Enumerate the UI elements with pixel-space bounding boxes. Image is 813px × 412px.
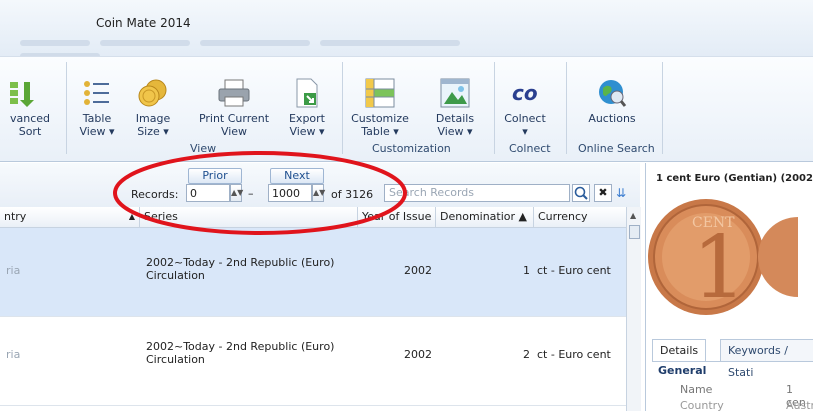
field-name-label: Name <box>680 383 713 396</box>
cell-currency: ct - Euro cent <box>537 264 611 277</box>
cell-series-line1: 2002~Today - 2nd Republic (Euro) <box>146 340 335 353</box>
clear-search-icon[interactable]: ✖ <box>594 184 612 202</box>
scroll-up-icon[interactable]: ▲ <box>630 211 636 220</box>
print-current-label-1: Print Current <box>198 112 270 125</box>
tab-keywords-status[interactable]: Keywords / Stati <box>720 339 813 379</box>
table-view-label-1: Table <box>82 112 112 125</box>
print-current-label-2: View <box>220 125 248 138</box>
advanced-sort-label-1: vanced <box>9 112 51 125</box>
scrollbar-thumb[interactable] <box>629 225 640 239</box>
filter-dropdown-icon[interactable]: ⇊ <box>616 184 626 202</box>
customize-table-label-1: Customize <box>351 112 409 125</box>
table-row[interactable]: ria 2002~Today - 2nd Republic (Euro) Cir… <box>0 317 626 406</box>
export-view-label-1: Export <box>288 112 325 125</box>
globe-search-icon <box>597 78 627 108</box>
tab-details[interactable]: Details <box>652 339 707 362</box>
ribbon-separator <box>66 62 67 154</box>
svg-text:co: co <box>512 81 538 105</box>
cell-series-line1: 2002~Today - 2nd Republic (Euro) <box>146 256 335 269</box>
details-view-label-2: View ▾ <box>437 125 473 138</box>
detail-title: 1 cent Euro (Gentian) (2002 <box>656 173 813 184</box>
cell-series-line2: Circulation <box>146 269 205 282</box>
advanced-sort-button[interactable]: vanced Sort <box>0 78 60 138</box>
table-view-label-2: View ▾ <box>79 125 115 138</box>
details-view-label-1: Details <box>435 112 475 125</box>
search-records-input[interactable]: Search Records <box>384 184 570 202</box>
field-country-value: Austr <box>786 399 813 412</box>
coin-text: CENT <box>692 215 735 231</box>
colnect-label-2: ▾ <box>522 125 528 138</box>
auctions-button[interactable]: Auctions <box>582 78 642 125</box>
annotation-ellipse <box>113 151 407 235</box>
advanced-sort-label-2: Sort <box>18 125 42 138</box>
ribbon-separator <box>662 62 663 154</box>
cell-denomination: 2 <box>523 348 530 361</box>
field-country-label: Country <box>680 399 724 412</box>
details-view-button[interactable]: Details View ▾ <box>430 78 480 138</box>
image-size-label-2: Size ▾ <box>137 125 169 138</box>
colnect-button[interactable]: co Colnect ▾ <box>500 78 550 138</box>
cell-year: 2002 <box>404 348 432 361</box>
app-title: Coin Mate 2014 <box>96 16 191 30</box>
cell-country: ria <box>6 264 21 277</box>
group-label-colnect: Colnect <box>509 142 551 155</box>
auctions-label-1: Auctions <box>588 112 636 125</box>
detail-panel: 1 cent Euro (Gentian) (2002 1 CENT Detai… <box>645 163 813 412</box>
section-general: General <box>658 364 707 377</box>
colnect-label-1: Colnect <box>504 112 546 125</box>
ribbon-separator <box>342 62 343 154</box>
vertical-scrollbar[interactable]: ▲ <box>626 207 641 411</box>
svg-text:1: 1 <box>692 218 747 318</box>
cell-denomination: 1 <box>523 264 530 277</box>
cell-country: ria <box>6 348 21 361</box>
tab-divider <box>652 361 813 362</box>
image-size-label-1: Image <box>135 112 171 125</box>
customize-table-button[interactable]: Customize Table ▾ <box>350 78 410 138</box>
colnect-logo-icon: co <box>510 78 540 108</box>
export-icon <box>294 78 320 108</box>
column-header-denomination[interactable]: Denominatior ▲ <box>436 207 534 227</box>
print-current-view-button[interactable]: Print Current View <box>194 78 274 138</box>
ribbon-separator <box>494 62 495 154</box>
column-header-currency[interactable]: Currency <box>534 207 626 227</box>
cell-series-line2: Circulation <box>146 353 205 366</box>
ribbon-separator <box>566 62 567 154</box>
column-header-country-label: ntry <box>4 210 27 223</box>
table-view-button[interactable]: Table View ▾ <box>72 78 122 138</box>
cell-year: 2002 <box>404 264 432 277</box>
table-grid-icon <box>365 78 395 108</box>
image-size-button[interactable]: Image Size ▾ <box>128 78 178 138</box>
coin-image: 1 CENT <box>648 193 813 321</box>
cell-currency: ct - Euro cent <box>537 348 611 361</box>
quick-access-toolbar <box>20 36 540 59</box>
picture-icon <box>440 78 470 108</box>
group-label-online-search: Online Search <box>578 142 655 155</box>
customize-table-label-2: Table ▾ <box>361 125 399 138</box>
printer-icon <box>217 78 251 108</box>
search-icon[interactable] <box>572 184 590 202</box>
sort-icon <box>10 78 40 108</box>
export-view-label-2: View ▾ <box>289 125 325 138</box>
coins-icon <box>138 78 168 108</box>
table-row[interactable]: ria 2002~Today - 2nd Republic (Euro) Cir… <box>0 228 626 317</box>
export-view-button[interactable]: Export View ▾ <box>282 78 332 138</box>
list-icon <box>82 78 112 108</box>
